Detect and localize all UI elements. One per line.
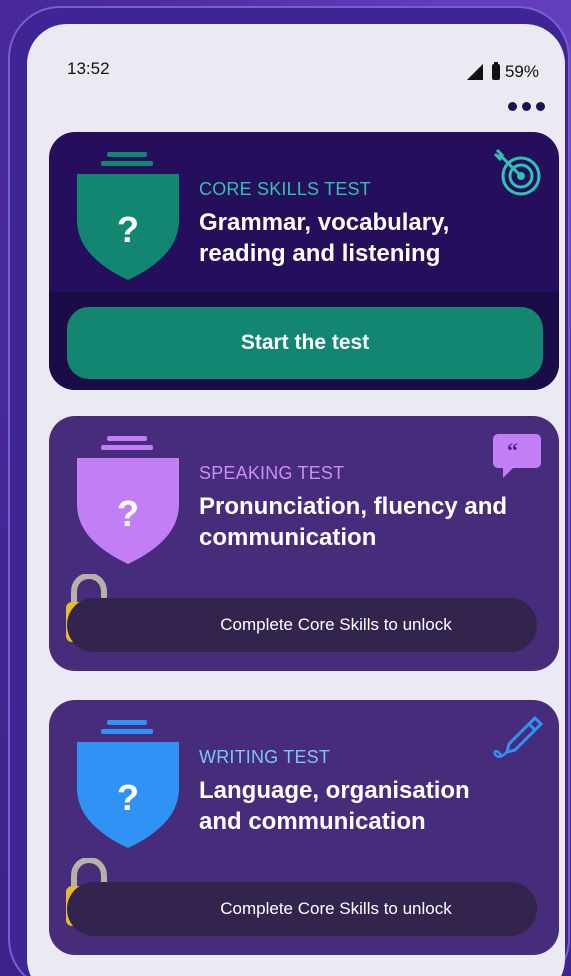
svg-text:?: ?	[117, 493, 139, 534]
writing-test-card: ? WRITING TEST Language, organisation an…	[49, 700, 559, 955]
pen-icon	[491, 714, 543, 766]
card-title: Grammar, vocabulary, reading and listeni…	[199, 209, 450, 267]
shield-question-icon: ?	[75, 718, 181, 850]
dot-icon	[536, 102, 545, 111]
signal-icon	[466, 64, 483, 80]
start-test-button[interactable]: Start the test	[67, 307, 543, 379]
svg-text:?: ?	[117, 209, 139, 250]
target-icon	[491, 146, 543, 198]
status-time: 13:52	[67, 59, 110, 78]
speech-bubble-icon: “	[491, 430, 543, 482]
unlock-hint: Complete Core Skills to unlock	[220, 615, 452, 634]
dot-icon	[508, 102, 517, 111]
shield-question-icon: ?	[75, 434, 181, 566]
locked-status-bar: Complete Core Skills to unlock	[67, 598, 537, 652]
card-title: Language, organisation and communication	[199, 777, 470, 835]
card-label: CORE SKILLS TEST	[199, 179, 371, 199]
phone-frame: 13:52 59% ? CORE SKILLS TEST Grammar, vo…	[8, 6, 570, 976]
speaking-test-card: ? SPEAKING TEST Pronunciation, fluency a…	[49, 416, 559, 671]
locked-status-bar: Complete Core Skills to unlock	[67, 882, 537, 936]
svg-text:“: “	[507, 438, 518, 463]
status-indicators: 59%	[466, 62, 539, 82]
card-label: SPEAKING TEST	[199, 463, 345, 483]
shield-question-icon: ?	[75, 150, 181, 282]
unlock-hint: Complete Core Skills to unlock	[220, 899, 452, 918]
card-title: Pronunciation, fluency and communication	[199, 493, 508, 551]
card-label: WRITING TEST	[199, 747, 331, 767]
core-skills-card: ? CORE SKILLS TEST Grammar, vocabulary, …	[49, 132, 559, 390]
dot-icon	[522, 102, 531, 111]
app-screen: 13:52 59% ? CORE SKILLS TEST Grammar, vo…	[27, 24, 565, 976]
svg-text:?: ?	[117, 777, 139, 818]
battery-icon	[491, 62, 500, 80]
battery-level: 59%	[504, 62, 539, 81]
more-options-button[interactable]	[508, 102, 545, 111]
